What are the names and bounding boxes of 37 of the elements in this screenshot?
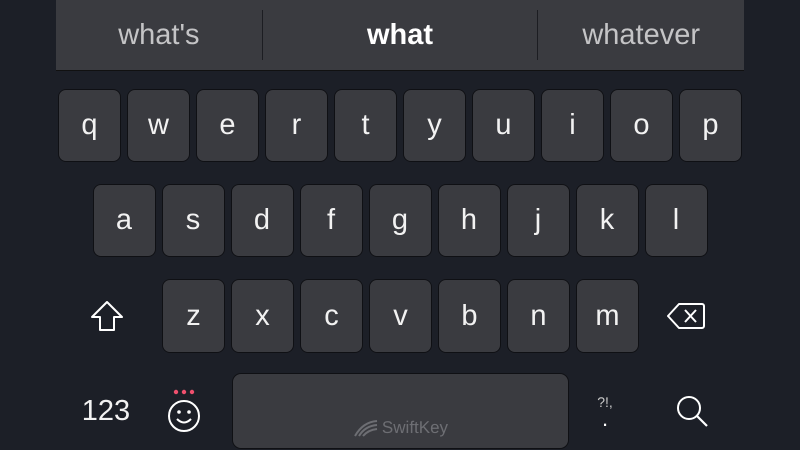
key[interactable]: q [58,89,121,162]
search-icon [675,394,709,428]
key[interactable]: i [541,89,604,162]
key[interactable]: z [162,279,225,353]
key[interactable]: b [438,279,501,353]
key[interactable]: f [300,184,362,257]
suggestion[interactable]: what [262,0,538,70]
key[interactable]: j [506,184,570,257]
key[interactable]: u [472,89,535,162]
key[interactable]: l [644,184,708,257]
key[interactable]: c [300,279,363,353]
key[interactable]: m [576,279,639,353]
key[interactable]: t [334,89,397,162]
numbers-key[interactable]: 123 [66,373,146,449]
swoosh-logo-icon [352,418,379,438]
key[interactable]: r [265,89,328,162]
key[interactable]: h [438,184,500,257]
key[interactable]: o [610,89,673,162]
key[interactable]: p [679,89,742,162]
dots-icon [173,389,195,395]
punctuation-key[interactable]: ?!, . [579,373,631,449]
key[interactable]: w [127,89,190,162]
key[interactable]: d [230,184,294,257]
arrow-up-icon [90,300,124,332]
key[interactable]: e [196,89,259,162]
key[interactable]: g [368,184,432,257]
key[interactable]: a [92,184,156,257]
smiley-icon [167,399,201,433]
key[interactable]: n [507,279,570,353]
suggestion[interactable]: whatever [538,0,744,70]
key[interactable]: s [162,184,224,257]
key[interactable]: v [369,279,432,353]
backspace-icon [667,302,705,330]
key[interactable]: y [403,89,466,162]
key[interactable]: k [576,184,638,257]
suggestion[interactable]: what's [56,0,262,70]
key[interactable]: x [231,279,294,353]
